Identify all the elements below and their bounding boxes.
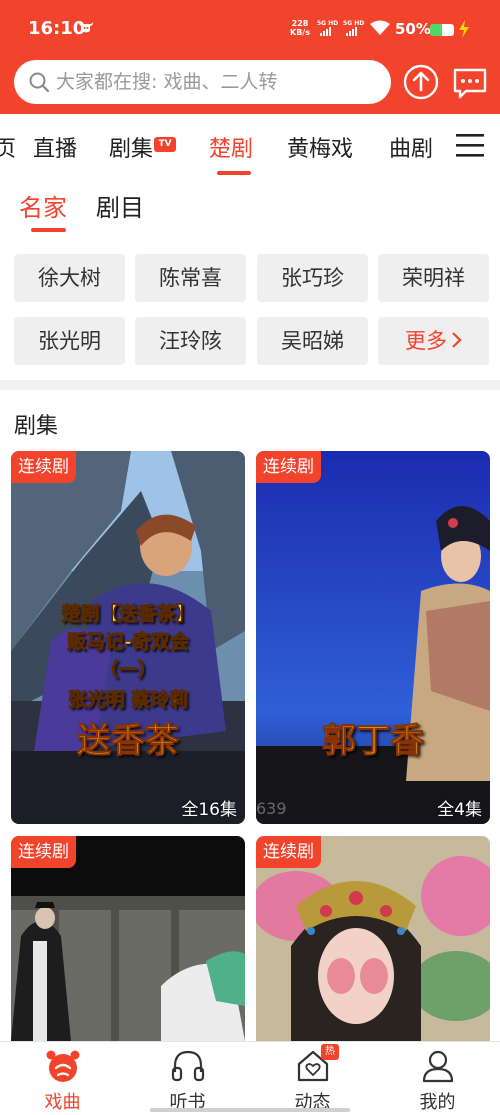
nav-label: 戏曲 [44, 1092, 81, 1113]
nav-label: 我的 [419, 1092, 456, 1113]
video-watermark: 639 [256, 799, 287, 818]
more-artists-button[interactable]: 更多 [378, 317, 489, 365]
headphones-icon [171, 1050, 205, 1082]
network-label-1: 5G HD [317, 20, 339, 27]
hot-badge: 热 [321, 1044, 339, 1060]
status-bar: 16:10 228 KB/s 5G HD 5G HD 50% [0, 0, 500, 58]
active-subtab-indicator [31, 228, 66, 232]
search-icon [29, 72, 50, 93]
network-label-2: 5G HD [343, 20, 365, 27]
tab-home-partial[interactable]: 页 [0, 131, 16, 163]
header-bar: 16:10 228 KB/s 5G HD 5G HD 50% [0, 0, 500, 114]
search-input[interactable] [56, 60, 376, 104]
tab-huangmei-opera[interactable]: 黄梅戏 [287, 131, 353, 163]
menu-icon[interactable] [456, 133, 484, 157]
thumbnail-title: 郭丁香 [322, 721, 425, 762]
artist-chip[interactable]: 汪玲陔 [135, 317, 246, 365]
nav-audiobooks[interactable]: 听书 [125, 1042, 250, 1115]
search-bar[interactable] [14, 60, 391, 104]
bottom-navigation: 戏曲 听书 热 动态 我的 [0, 1041, 500, 1115]
tab-chu-opera[interactable]: 楚剧 [209, 131, 253, 163]
episode-count: 全16集 [181, 800, 237, 820]
battery-icon [430, 24, 454, 36]
artist-chip[interactable]: 荣明祥 [378, 254, 489, 302]
artist-chip[interactable]: 吴昭娣 [257, 317, 368, 365]
nav-profile[interactable]: 我的 [375, 1042, 500, 1115]
nav-opera[interactable]: 戏曲 [0, 1042, 125, 1115]
upload-icon[interactable] [403, 64, 439, 100]
user-icon [422, 1050, 454, 1083]
series-card[interactable]: 连续剧 [256, 836, 490, 1041]
thumbnail-caption: 张光明 蔡玲莉 [67, 689, 189, 712]
network-speed: 228 KB/s [290, 19, 310, 37]
message-icon[interactable] [452, 64, 488, 100]
battery-level [430, 24, 442, 36]
artist-chip[interactable]: 陈常喜 [135, 254, 246, 302]
series-type-badge: 连续剧 [11, 836, 76, 868]
artist-chip[interactable]: 张巧珍 [257, 254, 368, 302]
section-title: 剧集 [14, 414, 59, 439]
series-card[interactable]: 连续剧 [11, 836, 245, 1041]
series-card[interactable]: 连续剧 楚剧【送香茶】 贩马记-奇双会 （一） 张光明 蔡玲莉 送香茶 全16集 [11, 451, 245, 824]
artist-chip[interactable]: 张光明 [14, 317, 125, 365]
thumbnail-title: 送香茶 [77, 721, 180, 762]
home-indicator [150, 1108, 350, 1112]
series-card[interactable]: 连续剧 郭丁香 639 全4集 [256, 451, 490, 824]
bull-notification-icon [79, 22, 93, 33]
section-divider [0, 380, 500, 390]
subtab-famous-artists[interactable]: 名家 [19, 188, 67, 223]
signal-1-icon [320, 27, 334, 36]
episode-count: 全4集 [437, 800, 482, 820]
artist-chip[interactable]: 徐大树 [14, 254, 125, 302]
thumbnail-caption: （一） [99, 659, 157, 682]
subtab-repertoire[interactable]: 剧目 [96, 188, 144, 223]
series-type-badge: 连续剧 [11, 451, 76, 483]
series-type-badge: 连续剧 [256, 451, 321, 483]
app-screen: 16:10 228 KB/s 5G HD 5G HD 50% 大家都在搜: 戏曲… [0, 0, 500, 1115]
wifi-icon [370, 20, 390, 35]
chevron-right-icon [452, 332, 462, 348]
tab-qu-opera[interactable]: 曲剧 [389, 131, 433, 163]
charging-icon [459, 20, 469, 38]
series-type-badge: 连续剧 [256, 836, 321, 868]
battery-percent: 50% [395, 20, 431, 38]
nav-moments[interactable]: 热 动态 [250, 1042, 375, 1115]
tv-badge: TV [154, 137, 177, 152]
thumbnail-caption: 贩马记-奇双会 [67, 631, 190, 654]
tab-live[interactable]: 直播 [33, 131, 77, 163]
active-tab-indicator [217, 171, 251, 175]
opera-mask-icon [46, 1050, 80, 1082]
category-tabs: 页 直播 剧集 TV 楚剧 黄梅戏 曲剧 [0, 114, 500, 180]
status-time: 16:10 [28, 18, 86, 39]
thumbnail-caption: 楚剧【送香茶】 [61, 603, 195, 626]
tab-series[interactable]: 剧集 TV [109, 131, 177, 163]
signal-2-icon [346, 27, 360, 36]
series-thumbnail [256, 451, 490, 824]
